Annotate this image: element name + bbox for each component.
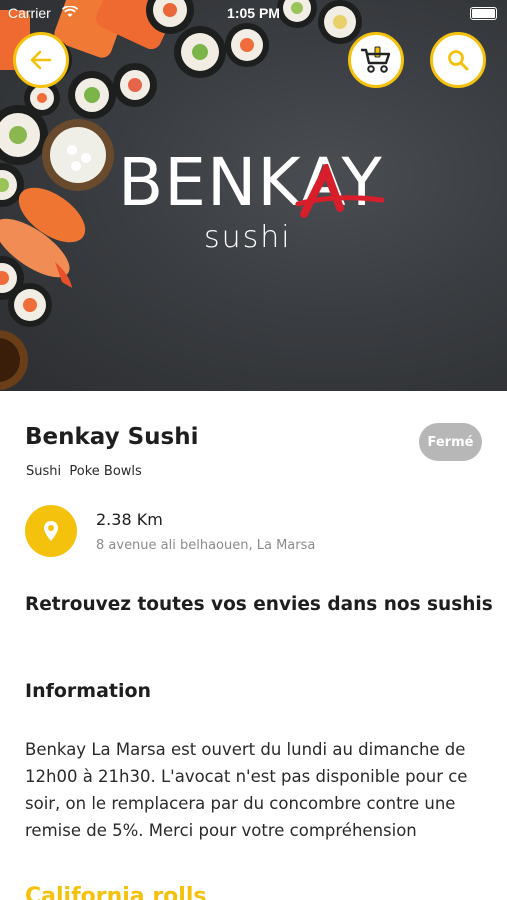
status-badge: Fermé bbox=[419, 423, 482, 461]
menu-section-heading[interactable]: California rolls bbox=[25, 884, 206, 900]
information-heading: Information bbox=[25, 680, 152, 702]
arrow-left-icon bbox=[30, 50, 52, 70]
location-pin-icon bbox=[44, 521, 58, 541]
status-bar: Carrier 1:05 PM bbox=[0, 0, 507, 28]
information-text: Benkay La Marsa est ouvert du lundi au d… bbox=[25, 740, 468, 840]
logo-brush-accent bbox=[295, 164, 384, 218]
cart-icon bbox=[361, 46, 391, 73]
hero-banner: Carrier 1:05 PM BENKAY sushi bbox=[0, 0, 507, 391]
cart-button[interactable] bbox=[348, 32, 404, 88]
location-button[interactable] bbox=[25, 505, 77, 557]
restaurant-tagline: Retrouvez toutes vos envies dans nos sus… bbox=[25, 594, 493, 615]
address-label: 8 avenue ali belhaouen, La Marsa bbox=[96, 538, 316, 553]
back-button[interactable] bbox=[13, 32, 69, 88]
logo-subtitle: sushi bbox=[204, 220, 292, 255]
restaurant-categories: Sushi Poke Bowls bbox=[26, 464, 142, 479]
battery-icon bbox=[470, 7, 497, 20]
search-icon bbox=[448, 50, 469, 71]
distance-label: 2.38 Km bbox=[96, 510, 163, 529]
restaurant-name: Benkay Sushi bbox=[25, 424, 199, 450]
search-button[interactable] bbox=[430, 32, 486, 88]
restaurant-logo: BENKAY sushi bbox=[118, 148, 384, 255]
status-time: 1:05 PM bbox=[227, 5, 280, 21]
